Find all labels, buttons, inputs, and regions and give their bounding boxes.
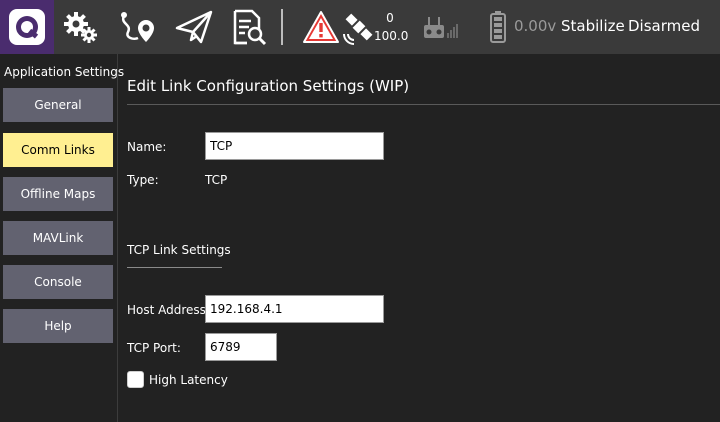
fly-paper-plane-icon[interactable] — [175, 8, 213, 46]
host-address-input[interactable] — [205, 295, 384, 323]
analyze-document-icon[interactable] — [230, 8, 268, 46]
rc-signal-icon[interactable] — [420, 8, 458, 46]
qgc-logo-icon[interactable] — [0, 0, 54, 54]
gps-satellite-count: 0 — [386, 11, 394, 25]
type-value: TCP — [205, 173, 228, 187]
warning-icon[interactable] — [302, 8, 340, 46]
plan-route-icon[interactable] — [118, 8, 156, 46]
high-latency-checkbox[interactable] — [127, 371, 144, 388]
main-toolbar: 0 100.0 0.00v Stabilize Disarmed — [0, 0, 720, 54]
gps-satellite-icon[interactable] — [340, 8, 378, 46]
name-label: Name: — [127, 140, 167, 154]
sidebar-item-help[interactable]: Help — [3, 309, 113, 343]
sidebar-item-offline-maps[interactable]: Offline Maps — [3, 177, 113, 211]
page-title: Edit Link Configuration Settings (WIP) — [127, 77, 410, 95]
section-divider — [127, 267, 222, 268]
sidebar-item-console[interactable]: Console — [3, 265, 113, 299]
battery-icon[interactable] — [486, 8, 510, 46]
link-config-panel: Edit Link Configuration Settings (WIP) N… — [118, 54, 720, 422]
tcp-port-label: TCP Port: — [127, 341, 181, 355]
sidebar-item-mavlink[interactable]: MAVLink — [3, 221, 113, 255]
sidebar-title: Application Settings — [4, 65, 125, 79]
settings-sidebar: Application Settings General Comm Links … — [0, 54, 124, 422]
battery-voltage: 0.00v — [514, 17, 557, 35]
tcp-settings-section-title: TCP Link Settings — [127, 243, 231, 257]
flight-mode-indicator[interactable]: Stabilize — [561, 17, 625, 35]
type-label: Type: — [127, 173, 159, 187]
settings-gears-icon[interactable] — [62, 8, 100, 46]
arm-status-indicator[interactable]: Disarmed — [628, 17, 700, 35]
title-divider — [127, 104, 720, 105]
high-latency-label[interactable]: High Latency — [149, 373, 228, 387]
toolbar-separator — [281, 9, 283, 45]
gps-hdop-value: 100.0 — [374, 29, 409, 43]
tcp-port-input[interactable] — [205, 333, 277, 361]
host-address-label: Host Address: — [127, 303, 210, 317]
sidebar-item-comm-links[interactable]: Comm Links — [3, 133, 113, 167]
sidebar-item-general[interactable]: General — [3, 88, 113, 122]
name-input[interactable] — [205, 132, 384, 160]
